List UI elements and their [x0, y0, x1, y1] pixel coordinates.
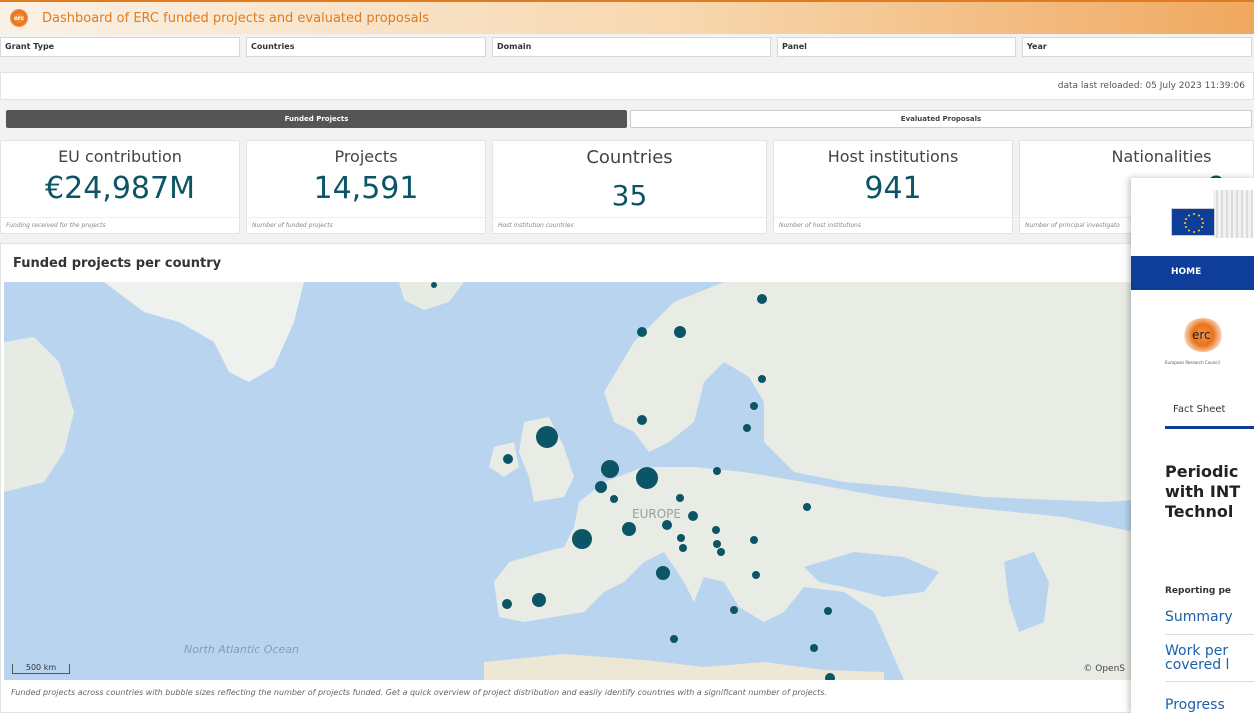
tab-fact-sheet[interactable]: Fact Sheet	[1173, 404, 1225, 415]
map-caption: Funded projects across countries with bu…	[11, 688, 827, 697]
overlay-nav-bar: HOME	[1131, 256, 1254, 290]
bubble-luxembourg[interactable]	[610, 495, 618, 503]
bubble-bosnia[interactable]	[679, 544, 687, 552]
bubble-poland[interactable]	[713, 467, 721, 475]
erc-logo-text: erc	[1192, 328, 1211, 342]
kpi-row: EU contribution €24,987M Funding receive…	[0, 140, 1254, 234]
kpi-eu-contribution: EU contribution €24,987M Funding receive…	[0, 140, 240, 234]
bubble-ukraine[interactable]	[803, 503, 811, 511]
erc-logo-icon: erc	[10, 9, 28, 27]
kpi-host-institutions: Host institutions 941 Number of host ins…	[773, 140, 1013, 234]
page-title: Dashboard of ERC funded projects and eva…	[42, 10, 429, 26]
filter-domain[interactable]: Domain	[492, 37, 771, 57]
kpi-label: Projects	[334, 147, 398, 166]
kpi-label: Host institutions	[827, 147, 959, 166]
bubble-greece[interactable]	[730, 606, 738, 614]
bubble-bulgaria[interactable]	[752, 571, 760, 579]
ocean-label: North Atlantic Ocean	[184, 643, 299, 656]
bubble-slovenia[interactable]	[662, 520, 672, 530]
link-work-performed[interactable]: Work per	[1165, 644, 1228, 658]
bubble-estonia[interactable]	[750, 402, 758, 410]
bubble-czechia[interactable]	[676, 494, 684, 502]
link-work-performed-cont[interactable]: covered l	[1165, 658, 1229, 672]
data-reloaded-timestamp: data last reloaded: 05 July 2023 11:39:0…	[1057, 81, 1245, 91]
filter-bar: Grant Type Countries Domain Panel Year	[0, 37, 1254, 57]
bubble-ireland[interactable]	[503, 454, 513, 464]
link-summary[interactable]: Summary	[1165, 610, 1233, 624]
tab-active-indicator	[1165, 426, 1254, 429]
reporting-period-label: Reporting pe	[1165, 586, 1232, 596]
region-label: EUROPE	[632, 507, 681, 521]
kpi-label: EU contribution	[58, 147, 182, 166]
bubble-spain[interactable]	[532, 593, 546, 607]
eu-flag-icon	[1171, 208, 1215, 236]
nav-home-link[interactable]: HOME	[1171, 267, 1201, 277]
bubble-italy[interactable]	[656, 566, 670, 580]
kpi-subtitle: Funding received for the projects	[1, 217, 239, 233]
filter-countries[interactable]: Countries	[246, 37, 486, 57]
bubble-united-kingdom[interactable]	[536, 426, 558, 448]
bubble-croatia[interactable]	[677, 534, 685, 542]
view-toggle: Funded Projects Evaluated Proposals	[6, 110, 1252, 128]
eu-flag-stars	[1184, 213, 1204, 233]
filter-year[interactable]: Year	[1022, 37, 1252, 57]
kpi-value: 14,591	[313, 171, 419, 206]
bubble-turkey[interactable]	[824, 607, 832, 615]
kpi-subtitle: Number of funded projects	[247, 217, 485, 233]
kpi-value: 941	[864, 171, 922, 206]
map-canvas[interactable]: EUROPE North Atlantic Ocean 500 km © Ope…	[4, 282, 1254, 680]
bubble-latvia[interactable]	[743, 424, 751, 432]
map-attribution[interactable]: © OpenS	[1083, 664, 1125, 674]
map-panel: Funded projects per country EUROPE North…	[0, 243, 1254, 713]
kpi-label: Nationalities	[1111, 147, 1212, 166]
heading-line: Technol	[1165, 502, 1234, 521]
divider	[1165, 681, 1254, 682]
kpi-countries: Countries 35 Host institution countries	[492, 140, 767, 234]
bubble-belgium[interactable]	[595, 481, 607, 493]
bubble-switzerland[interactable]	[622, 522, 636, 536]
kpi-value: 35	[611, 179, 648, 212]
bubble-iceland[interactable]	[431, 282, 437, 288]
bubble-malta[interactable]	[670, 635, 678, 643]
bubble-france[interactable]	[572, 529, 592, 549]
bubble-cyprus[interactable]	[810, 644, 818, 652]
bubble-netherlands[interactable]	[601, 460, 619, 478]
filter-grant-type[interactable]: Grant Type	[0, 37, 240, 57]
reload-bar: data last reloaded: 05 July 2023 11:39:0…	[0, 72, 1254, 100]
kpi-value: €24,987M	[45, 171, 195, 206]
erc-fact-sheet-window[interactable]: HOME erc European Research Council Fact …	[1131, 178, 1254, 713]
bubble-finland[interactable]	[758, 375, 766, 383]
bubble-denmark[interactable]	[637, 415, 647, 425]
divider	[1165, 634, 1254, 635]
bubble-norway[interactable]	[637, 327, 647, 337]
filter-panel[interactable]: Panel	[777, 37, 1016, 57]
link-progress[interactable]: Progress	[1165, 698, 1225, 712]
bubble-serbia[interactable]	[717, 548, 725, 556]
kpi-label: Countries	[586, 147, 673, 168]
bubble-slovakia[interactable]	[712, 526, 720, 534]
dashboard-header: erc Dashboard of ERC funded projects and…	[0, 0, 1254, 34]
bubble-portugal[interactable]	[502, 599, 512, 609]
bubble-finland-north[interactable]	[757, 294, 767, 304]
tab-funded-projects[interactable]: Funded Projects	[6, 110, 627, 128]
overlay-heading: Periodic with INT Technol	[1165, 462, 1254, 522]
bubble-sweden[interactable]	[674, 326, 686, 338]
heading-line: Periodic	[1165, 462, 1239, 481]
ec-building-logo	[1213, 190, 1253, 238]
bubble-romania[interactable]	[750, 536, 758, 544]
map-svg: EUROPE North Atlantic Ocean	[4, 282, 1254, 680]
tab-evaluated-proposals[interactable]: Evaluated Proposals	[630, 110, 1252, 128]
app-root: erc Dashboard of ERC funded projects and…	[0, 0, 1254, 713]
map-title: Funded projects per country	[13, 256, 222, 271]
kpi-projects: Projects 14,591 Number of funded project…	[246, 140, 486, 234]
kpi-subtitle: Number of host institutions	[774, 217, 1012, 233]
bubble-germany[interactable]	[636, 467, 658, 489]
bubble-austria[interactable]	[688, 511, 698, 521]
scale-bar: 500 km	[12, 664, 70, 674]
heading-line: with INT	[1165, 482, 1241, 501]
kpi-subtitle: Host institution countries	[493, 217, 766, 233]
bubble-hungary[interactable]	[713, 540, 721, 548]
erc-logo-subtitle: European Research Council	[1165, 360, 1220, 365]
